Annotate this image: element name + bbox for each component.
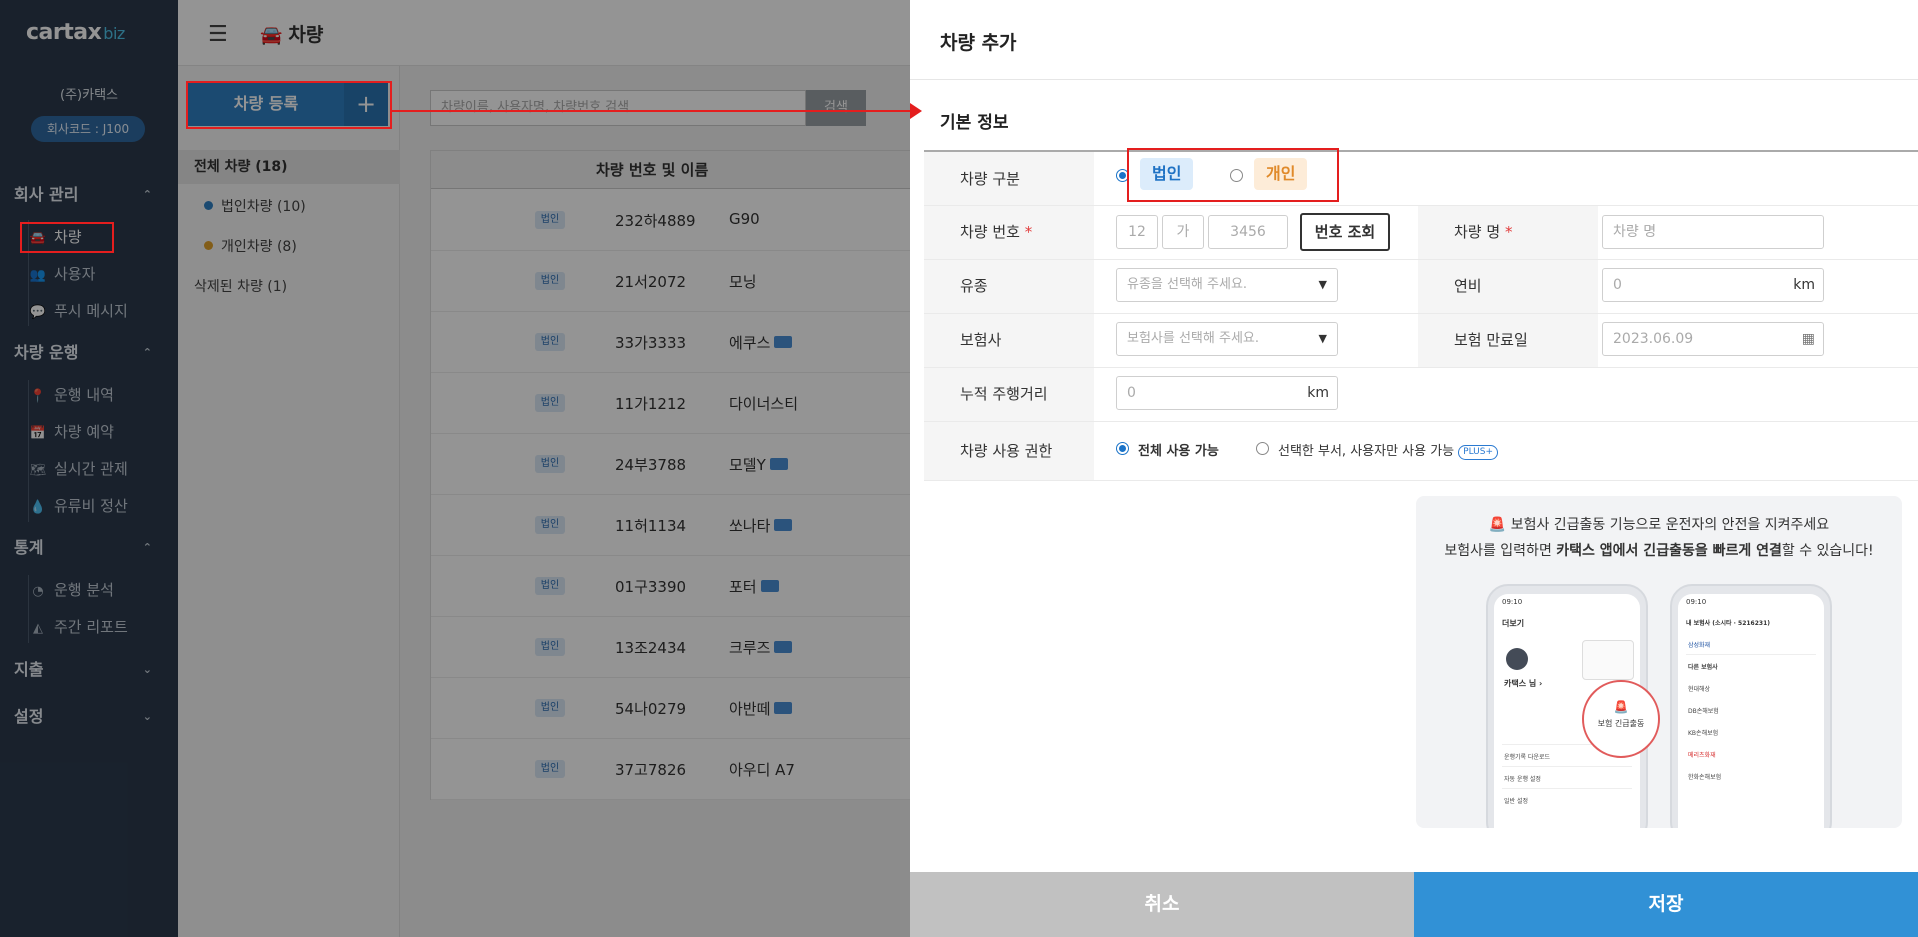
save-button[interactable]: 저장	[1414, 872, 1918, 937]
phone-user-name: 카택스 님 ›	[1504, 679, 1543, 688]
mileage-input[interactable]: 0 km	[1116, 376, 1338, 410]
promo-line1: 🚨 보험사 긴급출동 기능으로 운전자의 안전을 지켜주세요	[1416, 514, 1902, 534]
row-divider	[924, 421, 1918, 422]
annotation-arrow-head	[910, 103, 922, 119]
insurer-row: 현대해상	[1688, 686, 1711, 693]
expiry-date-value: 2023.06.09	[1613, 331, 1694, 347]
mileage-unit: km	[1307, 385, 1329, 401]
modal-title: 차량 추가	[940, 32, 1017, 54]
promo-line2-c: 할 수 있습니다!	[1781, 543, 1874, 559]
permission-label: 차량 사용 권한	[960, 442, 1053, 460]
other-insurers-heading: 다른 보험사	[1688, 664, 1718, 671]
insurer-row: KB손해보험	[1688, 730, 1719, 737]
phone-time: 09:10	[1686, 598, 1707, 606]
vehicle-name-label-text: 차량 명	[1454, 223, 1501, 241]
fuel-select[interactable]: 유종을 선택해 주세요. ▼	[1116, 268, 1338, 302]
section-title: 기본 정보	[940, 113, 1009, 133]
insurer-row: 삼성화재	[1688, 642, 1711, 649]
permission-selected-text: 선택한 부서, 사용자만 사용 가능	[1278, 444, 1455, 459]
required-mark: *	[1024, 223, 1033, 241]
mileage-label: 누적 주행거리	[960, 385, 1048, 403]
caret-down-icon: ▼	[1318, 332, 1327, 345]
highlight-vehicle-type	[1127, 148, 1339, 202]
divider	[910, 79, 1918, 80]
row-divider	[924, 480, 1918, 481]
annotation-arrow-line	[392, 110, 910, 112]
permission-selected-label[interactable]: 선택한 부서, 사용자만 사용 가능 PLUS+	[1278, 440, 1498, 460]
highlight-sidebar-vehicle	[20, 222, 114, 253]
siren-icon: 🚨	[1488, 517, 1507, 533]
efficiency-unit: km	[1793, 277, 1815, 293]
permission-selected-radio[interactable]	[1256, 442, 1269, 455]
insurance-expiry-label: 보험 만료일	[1454, 331, 1528, 349]
phone-title: 내 보험사 (소시타 · 5216231)	[1686, 620, 1770, 627]
phone-time: 09:10	[1502, 598, 1523, 606]
divider	[1686, 654, 1816, 655]
permission-all-label[interactable]: 전체 사용 가능	[1138, 440, 1219, 459]
insurance-expiry-date-input[interactable]: 2023.06.09 ▦	[1602, 322, 1824, 356]
fuel-select-value: 유종을 선택해 주세요.	[1127, 277, 1248, 292]
vehicle-type-label: 차량 구분	[960, 170, 1020, 188]
add-vehicle-modal: 차량 추가 기본 정보 차량 구분 법인 개인 차량 번호 * 12 가 345…	[910, 0, 1918, 937]
plate-label: 차량 번호 *	[960, 221, 1032, 242]
row-divider	[924, 205, 1918, 206]
divider	[1502, 788, 1632, 789]
phone-row: 일반 설정	[1504, 798, 1528, 805]
plus-badge: PLUS+	[1458, 445, 1498, 460]
caret-down-icon: ▼	[1318, 278, 1327, 291]
fuel-label: 유종	[960, 277, 988, 295]
divider	[1502, 766, 1632, 767]
plate-part3-input[interactable]: 3456	[1208, 215, 1288, 249]
promo-line1-text: 보험사 긴급출동 기능으로 운전자의 안전을 지켜주세요	[1510, 517, 1830, 533]
row-divider	[924, 259, 1918, 260]
row-divider	[924, 313, 1918, 314]
insurer-row: DB손해보험	[1688, 708, 1719, 715]
emergency-dispatch-label: 보험 긴급출동	[1597, 719, 1645, 728]
promo-line2-emphasis: 카택스 앱에서 긴급출동을 빠르게 연결	[1556, 543, 1782, 559]
insurer-select-value: 보험사를 선택해 주세요.	[1127, 331, 1259, 346]
emergency-dispatch-badge: 🚨 보험 긴급출동	[1582, 680, 1660, 758]
mileage-value: 0	[1127, 385, 1136, 401]
calendar-icon[interactable]: ▦	[1802, 323, 1815, 355]
vehicle-name-label: 차량 명 *	[1454, 221, 1512, 242]
efficiency-input[interactable]: 0 km	[1602, 268, 1824, 302]
phone-row: 자동 운행 설정	[1504, 776, 1541, 783]
phone-row: 운행기록 다운로드	[1504, 754, 1551, 761]
plate-label-text: 차량 번호	[960, 223, 1020, 241]
efficiency-value: 0	[1613, 277, 1622, 293]
insurer-label: 보험사	[960, 331, 1002, 349]
insurer-row: 메리츠화재	[1688, 752, 1716, 759]
cancel-button[interactable]: 취소	[910, 872, 1414, 937]
plate-part2-input[interactable]: 가	[1162, 215, 1204, 249]
label-column	[924, 152, 1094, 480]
plate-part1-input[interactable]: 12	[1116, 215, 1158, 249]
phone-title: 더보기	[1502, 619, 1525, 628]
promo-line2-a: 보험사를 입력하면	[1444, 543, 1557, 559]
promo-line2: 보험사를 입력하면 카택스 앱에서 긴급출동을 빠르게 연결할 수 있습니다!	[1416, 540, 1902, 560]
highlight-register-button	[186, 81, 392, 129]
phone-screen: 09:10 내 보험사 (소시타 · 5216231) 삼성화재 다른 보험사 …	[1678, 594, 1824, 828]
siren-icon: 🚨	[1613, 700, 1629, 714]
plate-lookup-button[interactable]: 번호 조회	[1300, 213, 1390, 251]
modal-backdrop[interactable]	[0, 0, 910, 937]
emergency-promo-banner: 🚨 보험사 긴급출동 기능으로 운전자의 안전을 지켜주세요 보험사를 입력하면…	[1416, 496, 1902, 828]
vehicle-name-input[interactable]: 차량 명	[1602, 215, 1824, 249]
row-divider	[924, 367, 1918, 368]
insurer-row: 한화손해보험	[1688, 774, 1722, 781]
efficiency-label: 연비	[1454, 277, 1482, 295]
phone-mockup-right: 09:10 내 보험사 (소시타 · 5216231) 삼성화재 다른 보험사 …	[1670, 584, 1832, 828]
permission-all-radio[interactable]	[1116, 442, 1129, 455]
insurer-select[interactable]: 보험사를 선택해 주세요. ▼	[1116, 322, 1338, 356]
avatar	[1506, 648, 1528, 670]
required-mark: *	[1504, 223, 1513, 241]
phone-company-card	[1582, 640, 1634, 680]
